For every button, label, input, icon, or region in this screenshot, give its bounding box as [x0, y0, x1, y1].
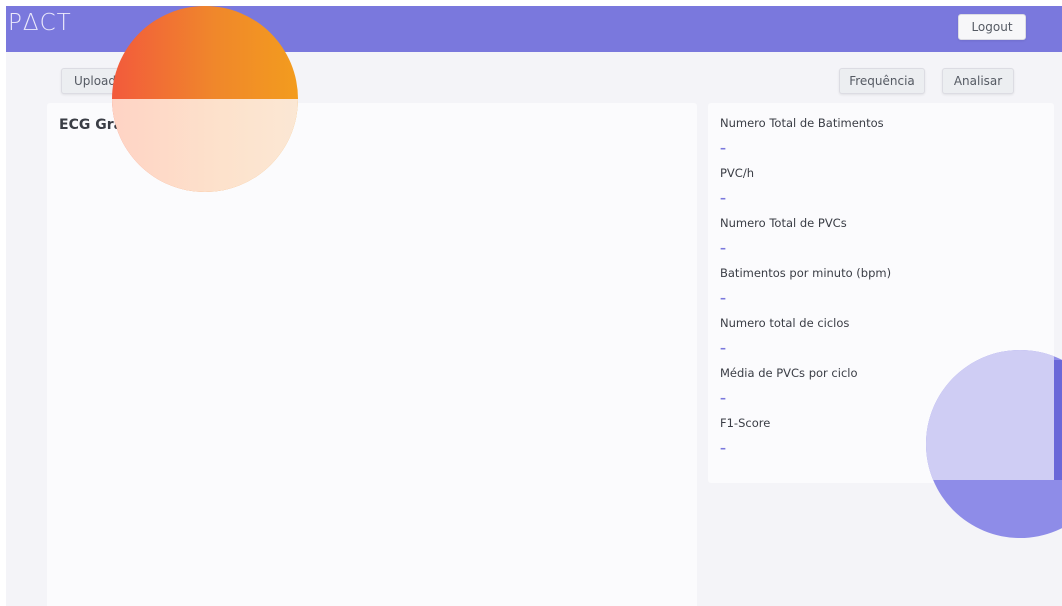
stat-value-bpm: – [720, 291, 726, 305]
stat-label-total-beats: Numero Total de Batimentos [720, 116, 884, 130]
stat-label-pvc-per-cycle: Média de PVCs por ciclo [720, 366, 858, 380]
stat-value-f1-score: – [720, 441, 726, 455]
stat-value-total-pvcs: – [720, 241, 726, 255]
stat-label-pvc-per-hour: PVC/h [720, 166, 754, 180]
app-logo: PΔCT [8, 10, 72, 36]
stat-label-f1-score: F1-Score [720, 416, 771, 430]
stats-panel: Numero Total de Batimentos – PVC/h – Num… [708, 103, 1054, 483]
stat-value-total-cycles: – [720, 341, 726, 355]
analyze-button[interactable]: Analisar [942, 68, 1014, 94]
stat-value-pvc-per-hour: – [720, 191, 726, 205]
logout-button[interactable]: Logout [958, 14, 1026, 40]
stat-label-total-pvcs: Numero Total de PVCs [720, 216, 847, 230]
stat-label-total-cycles: Numero total de ciclos [720, 316, 850, 330]
top-navbar: PΔCT Logout [6, 6, 1062, 52]
stat-value-total-beats: – [720, 141, 726, 155]
frequency-button[interactable]: Frequência [839, 68, 925, 94]
ecg-graph-panel: ECG Graph [47, 103, 697, 606]
app-window: PΔCT Logout Upload Frequência Analisar E… [6, 6, 1062, 606]
stat-label-bpm: Batimentos por minuto (bpm) [720, 266, 892, 280]
upload-button[interactable]: Upload [61, 68, 129, 94]
stat-value-pvc-per-cycle: – [720, 391, 726, 405]
ecg-graph-title: ECG Graph [59, 117, 144, 133]
